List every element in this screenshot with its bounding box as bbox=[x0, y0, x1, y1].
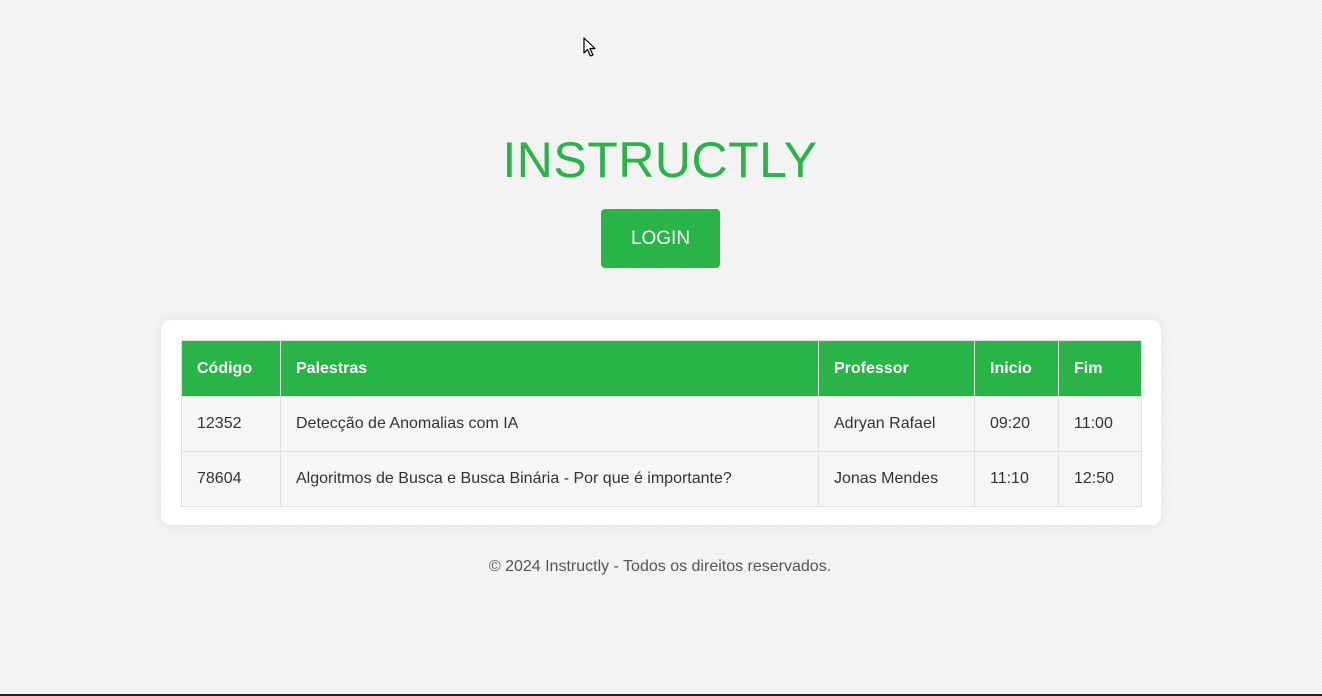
cell-professor: Adryan Rafael bbox=[818, 396, 975, 452]
schedule-table: Código Palestras Professor Inicio Fim 12… bbox=[181, 340, 1142, 507]
cell-codigo: 12352 bbox=[181, 396, 281, 452]
footer-copyright: © 2024 Instructly - Todos os direitos re… bbox=[488, 558, 832, 575]
mouse-pointer-icon bbox=[583, 37, 596, 57]
cell-palestra: Detecção de Anomalias com IA bbox=[280, 396, 819, 452]
column-header-inicio: Inicio bbox=[974, 340, 1059, 397]
column-header-professor: Professor bbox=[818, 340, 975, 397]
cell-fim: 11:00 bbox=[1058, 396, 1142, 452]
table-row: 12352 Detecção de Anomalias com IA Adrya… bbox=[181, 396, 1142, 452]
table-header-row: Código Palestras Professor Inicio Fim bbox=[181, 340, 1142, 397]
app-title: INSTRUCTLY bbox=[502, 132, 818, 188]
cell-professor: Jonas Mendes bbox=[818, 451, 975, 507]
schedule-card: Código Palestras Professor Inicio Fim 12… bbox=[161, 320, 1161, 525]
login-button[interactable]: LOGIN bbox=[601, 209, 720, 268]
table-row: 78604 Algoritmos de Busca e Busca Binári… bbox=[181, 451, 1142, 507]
cell-palestra: Algoritmos de Busca e Busca Binária - Po… bbox=[280, 451, 819, 507]
column-header-palestras: Palestras bbox=[280, 340, 819, 397]
cell-inicio: 11:10 bbox=[974, 451, 1059, 507]
cell-codigo: 78604 bbox=[181, 451, 281, 507]
column-header-fim: Fim bbox=[1058, 340, 1142, 397]
cell-inicio: 09:20 bbox=[974, 396, 1059, 452]
cell-fim: 12:50 bbox=[1058, 451, 1142, 507]
column-header-codigo: Código bbox=[181, 340, 281, 397]
